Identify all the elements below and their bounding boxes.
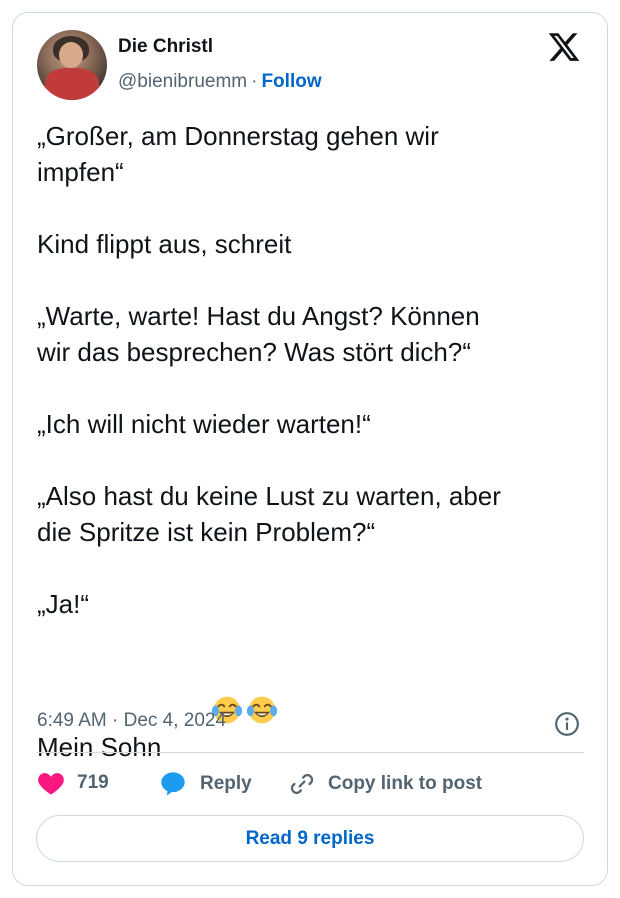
tears-of-joy-emoji-icon bbox=[246, 696, 277, 724]
author-handle-row: @bienibruemm · Follow bbox=[118, 71, 322, 93]
tweet-last-text: Mein Sohn bbox=[37, 732, 162, 762]
info-icon[interactable] bbox=[554, 711, 580, 737]
separator: · bbox=[251, 71, 258, 92]
x-logo-icon[interactable] bbox=[546, 30, 582, 64]
author-name[interactable]: Die Christl bbox=[118, 36, 213, 58]
tweet-paragraph: „Ja!“ bbox=[37, 589, 89, 619]
tweet-paragraph: „Ich will nicht wieder warten!“ bbox=[37, 409, 371, 439]
read-replies-label: Read 9 replies bbox=[245, 827, 375, 849]
reply-button[interactable]: Reply bbox=[158, 770, 252, 798]
tweet-paragraph: „Großer, am Donnerstag gehen wir impfen“ bbox=[37, 121, 439, 187]
like-button[interactable]: 719 bbox=[37, 770, 109, 796]
tweet-paragraph: „Warte, warte! Hast du Angst? Können wir… bbox=[37, 301, 480, 367]
reply-label: Reply bbox=[200, 773, 252, 794]
tweet-timestamp[interactable]: 6:49 AM · Dec 4, 2024 bbox=[37, 710, 226, 732]
follow-button[interactable]: Follow bbox=[261, 71, 321, 92]
avatar[interactable] bbox=[37, 30, 107, 100]
divider bbox=[37, 752, 584, 753]
like-count: 719 bbox=[77, 772, 109, 793]
link-icon bbox=[290, 774, 314, 794]
copy-link-label: Copy link to post bbox=[328, 773, 483, 794]
tweet-paragraph: „Also hast du keine Lust zu warten, aber… bbox=[37, 481, 501, 547]
heart-icon bbox=[38, 773, 64, 795]
tweet-text: „Großer, am Donnerstag gehen wir impfen“… bbox=[37, 118, 582, 771]
author-handle[interactable]: @bienibruemm bbox=[118, 71, 247, 92]
tweet-paragraph: Kind flippt aus, schreit bbox=[37, 229, 292, 259]
read-replies-button[interactable]: Read 9 replies bbox=[36, 815, 584, 862]
copy-link-button[interactable]: Copy link to post bbox=[288, 770, 482, 798]
reply-bubble-icon bbox=[161, 772, 185, 796]
